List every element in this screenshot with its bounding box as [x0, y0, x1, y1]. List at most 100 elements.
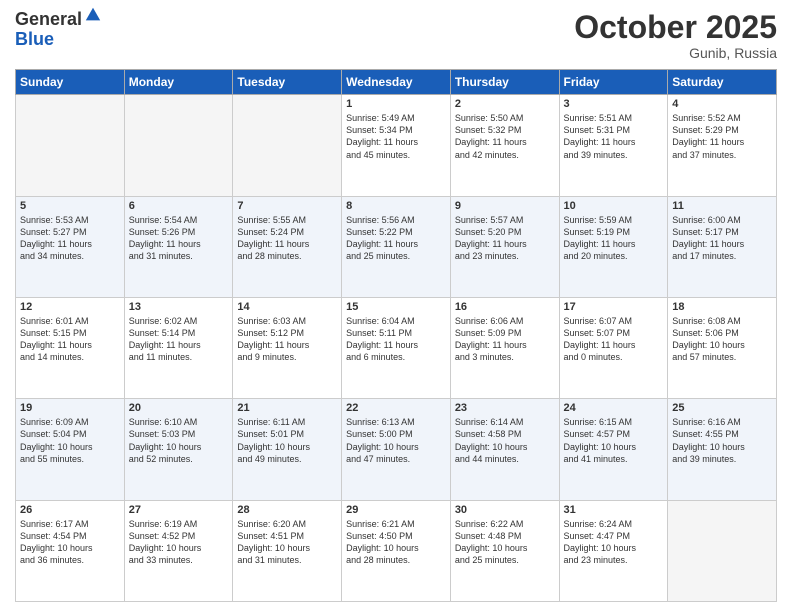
day-info: Sunrise: 5:51 AM Sunset: 5:31 PM Dayligh…	[564, 112, 664, 161]
calendar-cell: 9Sunrise: 5:57 AM Sunset: 5:20 PM Daylig…	[450, 196, 559, 297]
day-number: 31	[564, 504, 664, 516]
calendar-cell: 12 Sunrise: 6:01 AM Sunset: 5:15 PM Dayli…	[16, 297, 125, 398]
day-info: Sunrise: 6:20 AM Sunset: 4:51 PM Dayligh…	[237, 518, 337, 567]
day-info: Sunrise: 6:24 AM Sunset: 4:47 PM Dayligh…	[564, 518, 664, 567]
logo-icon	[84, 6, 102, 24]
day-info: Sunrise: 6:06 AM Sunset: 5:09 PM Dayligh…	[455, 315, 555, 364]
day-info: Sunrise: 6:09 AM Sunset: 5:04 PM Dayligh…	[20, 416, 120, 465]
day-number: 11	[672, 200, 772, 212]
calendar-cell: 25Sunrise: 6:16 AM Sunset: 4:55 PM Dayli…	[668, 399, 777, 500]
day-info: Sunrise: 6:19 AM Sunset: 4:52 PM Dayligh…	[129, 518, 229, 567]
day-number: 21	[237, 402, 337, 414]
day-info: Sunrise: 6:22 AM Sunset: 4:48 PM Dayligh…	[455, 518, 555, 567]
day-number: 22	[346, 402, 446, 414]
calendar-week-row: 26 Sunrise: 6:17 AM Sunset: 4:54 PM Dayli…	[16, 500, 777, 601]
day-info: Sunrise: 5:54 AM Sunset: 5:26 PM Dayligh…	[129, 214, 229, 263]
day-info: Sunrise: 5:49 AM Sunset: 5:34 PM Dayligh…	[346, 112, 446, 161]
calendar-cell: 27 Sunrise: 6:19 AM Sunset: 4:52 PM Dayli…	[124, 500, 233, 601]
calendar-cell: 17Sunrise: 6:07 AM Sunset: 5:07 PM Dayli…	[559, 297, 668, 398]
day-number: 12	[20, 301, 120, 313]
calendar-cell: 31 Sunrise: 6:24 AM Sunset: 4:47 PM Dayli…	[559, 500, 668, 601]
calendar-cell: 8Sunrise: 5:56 AM Sunset: 5:22 PM Daylig…	[342, 196, 451, 297]
day-info: Sunrise: 5:52 AM Sunset: 5:29 PM Dayligh…	[672, 112, 772, 161]
day-info: Sunrise: 6:01 AM Sunset: 5:15 PM Dayligh…	[20, 315, 120, 364]
logo-general: General	[15, 10, 82, 30]
day-number: 3	[564, 98, 664, 110]
calendar-cell: 10 Sunrise: 5:59 AM Sunset: 5:19 PM Dayli…	[559, 196, 668, 297]
calendar-table: SundayMondayTuesdayWednesdayThursdayFrid…	[15, 69, 777, 602]
calendar-cell: 22 Sunrise: 6:13 AM Sunset: 5:00 PM Dayli…	[342, 399, 451, 500]
calendar-cell: 14Sunrise: 6:03 AM Sunset: 5:12 PM Dayli…	[233, 297, 342, 398]
calendar-cell: 7Sunrise: 5:55 AM Sunset: 5:24 PM Daylig…	[233, 196, 342, 297]
day-number: 16	[455, 301, 555, 313]
calendar-week-row: 19 Sunrise: 6:09 AM Sunset: 5:04 PM Dayli…	[16, 399, 777, 500]
weekday-header-monday: Monday	[124, 70, 233, 95]
weekday-header-friday: Friday	[559, 70, 668, 95]
weekday-header-row: SundayMondayTuesdayWednesdayThursdayFrid…	[16, 70, 777, 95]
calendar-cell: 18 Sunrise: 6:08 AM Sunset: 5:06 PM Dayli…	[668, 297, 777, 398]
header: General Blue October 2025 Gunib, Russia	[15, 10, 777, 61]
calendar-cell	[124, 95, 233, 196]
calendar-cell: 20 Sunrise: 6:10 AM Sunset: 5:03 PM Dayli…	[124, 399, 233, 500]
day-info: Sunrise: 5:50 AM Sunset: 5:32 PM Dayligh…	[455, 112, 555, 161]
weekday-header-sunday: Sunday	[16, 70, 125, 95]
calendar-cell: 4Sunrise: 5:52 AM Sunset: 5:29 PM Daylig…	[668, 95, 777, 196]
day-number: 26	[20, 504, 120, 516]
day-number: 15	[346, 301, 446, 313]
day-number: 28	[237, 504, 337, 516]
calendar-cell: 24 Sunrise: 6:15 AM Sunset: 4:57 PM Dayli…	[559, 399, 668, 500]
calendar-cell	[668, 500, 777, 601]
day-number: 5	[20, 200, 120, 212]
calendar-cell: 23 Sunrise: 6:14 AM Sunset: 4:58 PM Dayli…	[450, 399, 559, 500]
day-info: Sunrise: 6:02 AM Sunset: 5:14 PM Dayligh…	[129, 315, 229, 364]
day-number: 25	[672, 402, 772, 414]
calendar-cell: 28 Sunrise: 6:20 AM Sunset: 4:51 PM Dayli…	[233, 500, 342, 601]
day-info: Sunrise: 6:00 AM Sunset: 5:17 PM Dayligh…	[672, 214, 772, 263]
calendar-cell: 29 Sunrise: 6:21 AM Sunset: 4:50 PM Dayli…	[342, 500, 451, 601]
logo: General Blue	[15, 10, 102, 50]
day-info: Sunrise: 6:14 AM Sunset: 4:58 PM Dayligh…	[455, 416, 555, 465]
day-number: 23	[455, 402, 555, 414]
day-number: 29	[346, 504, 446, 516]
day-info: Sunrise: 6:13 AM Sunset: 5:00 PM Dayligh…	[346, 416, 446, 465]
day-number: 18	[672, 301, 772, 313]
calendar-week-row: 1Sunrise: 5:49 AM Sunset: 5:34 PM Daylig…	[16, 95, 777, 196]
day-number: 10	[564, 200, 664, 212]
weekday-header-thursday: Thursday	[450, 70, 559, 95]
day-info: Sunrise: 6:08 AM Sunset: 5:06 PM Dayligh…	[672, 315, 772, 364]
month-title: October 2025	[574, 10, 777, 45]
day-number: 9	[455, 200, 555, 212]
weekday-header-saturday: Saturday	[668, 70, 777, 95]
day-info: Sunrise: 5:53 AM Sunset: 5:27 PM Dayligh…	[20, 214, 120, 263]
day-info: Sunrise: 6:21 AM Sunset: 4:50 PM Dayligh…	[346, 518, 446, 567]
day-number: 30	[455, 504, 555, 516]
day-number: 24	[564, 402, 664, 414]
calendar-cell: 5 Sunrise: 5:53 AM Sunset: 5:27 PM Daylig…	[16, 196, 125, 297]
day-info: Sunrise: 6:17 AM Sunset: 4:54 PM Dayligh…	[20, 518, 120, 567]
day-info: Sunrise: 6:10 AM Sunset: 5:03 PM Dayligh…	[129, 416, 229, 465]
weekday-header-wednesday: Wednesday	[342, 70, 451, 95]
day-number: 27	[129, 504, 229, 516]
day-info: Sunrise: 6:03 AM Sunset: 5:12 PM Dayligh…	[237, 315, 337, 364]
day-number: 7	[237, 200, 337, 212]
calendar-cell: 1Sunrise: 5:49 AM Sunset: 5:34 PM Daylig…	[342, 95, 451, 196]
day-info: Sunrise: 5:59 AM Sunset: 5:19 PM Dayligh…	[564, 214, 664, 263]
day-info: Sunrise: 6:04 AM Sunset: 5:11 PM Dayligh…	[346, 315, 446, 364]
weekday-header-tuesday: Tuesday	[233, 70, 342, 95]
calendar-cell: 21 Sunrise: 6:11 AM Sunset: 5:01 PM Dayli…	[233, 399, 342, 500]
day-number: 19	[20, 402, 120, 414]
calendar-cell: 13Sunrise: 6:02 AM Sunset: 5:14 PM Dayli…	[124, 297, 233, 398]
title-block: October 2025 Gunib, Russia	[574, 10, 777, 61]
calendar-cell: 2Sunrise: 5:50 AM Sunset: 5:32 PM Daylig…	[450, 95, 559, 196]
calendar-cell: 11 Sunrise: 6:00 AM Sunset: 5:17 PM Dayli…	[668, 196, 777, 297]
day-number: 20	[129, 402, 229, 414]
calendar-cell: 3 Sunrise: 5:51 AM Sunset: 5:31 PM Daylig…	[559, 95, 668, 196]
day-info: Sunrise: 6:15 AM Sunset: 4:57 PM Dayligh…	[564, 416, 664, 465]
calendar-cell	[16, 95, 125, 196]
day-number: 8	[346, 200, 446, 212]
calendar-cell	[233, 95, 342, 196]
day-info: Sunrise: 6:11 AM Sunset: 5:01 PM Dayligh…	[237, 416, 337, 465]
calendar-cell: 15 Sunrise: 6:04 AM Sunset: 5:11 PM Dayli…	[342, 297, 451, 398]
calendar-cell: 30 Sunrise: 6:22 AM Sunset: 4:48 PM Dayli…	[450, 500, 559, 601]
calendar-cell: 26 Sunrise: 6:17 AM Sunset: 4:54 PM Dayli…	[16, 500, 125, 601]
